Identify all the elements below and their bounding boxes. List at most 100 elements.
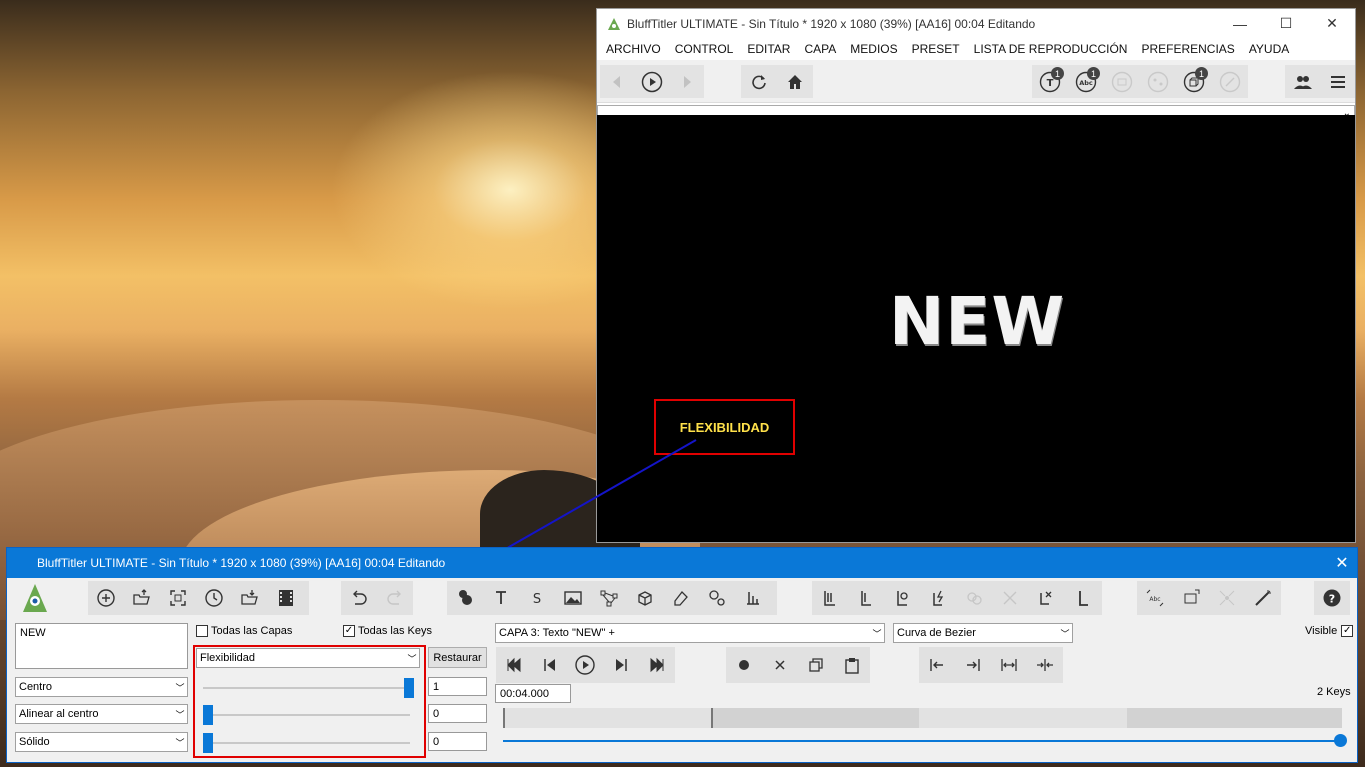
users-button[interactable] — [1285, 65, 1320, 98]
open-project-button[interactable] — [124, 581, 160, 615]
clipboard-icon — [845, 658, 859, 674]
todas-keys-checkbox[interactable]: ✓ Todas las Keys — [343, 625, 432, 637]
clock-button[interactable] — [196, 581, 232, 615]
control-title: BluffTitler ULTIMATE - Sin Título * 1920… — [37, 556, 446, 570]
particle-layer-button[interactable] — [1140, 65, 1176, 98]
transport-play-button[interactable] — [568, 648, 604, 682]
next-frame-button[interactable] — [603, 648, 639, 682]
preview-canvas[interactable]: NEW — [597, 115, 1355, 542]
film-button[interactable] — [268, 581, 304, 615]
cube-tool-button[interactable] — [627, 581, 663, 615]
text-layer-count: 1 — [1051, 67, 1064, 80]
curve-select-value: Curva de Bezier — [897, 627, 976, 639]
slider-2-value[interactable]: 0 — [428, 704, 487, 723]
menu-preset[interactable]: PRESET — [905, 42, 967, 56]
frame-button[interactable] — [160, 581, 196, 615]
timeline-scrubber[interactable] — [503, 734, 1347, 747]
particles-tool-button[interactable] — [699, 581, 735, 615]
slider-3-value[interactable]: 0 — [428, 732, 487, 751]
import-button[interactable] — [232, 581, 268, 615]
key-tool-1[interactable] — [812, 581, 848, 615]
stretch-keys-button[interactable] — [991, 648, 1027, 682]
preview-toolbar: T1 Abc 1 1 — [597, 60, 1355, 103]
delete-key-button[interactable] — [762, 648, 798, 682]
curve-select[interactable]: Curva de Bezier ﹀ — [893, 623, 1073, 643]
copy-key-button[interactable] — [798, 648, 834, 682]
color-layer-button[interactable] — [447, 581, 483, 615]
wand-button[interactable] — [1245, 581, 1281, 615]
layer-select[interactable]: CAPA 3: Texto "NEW" + ﹀ — [495, 623, 885, 643]
play-button[interactable] — [635, 65, 670, 98]
image-tool-button[interactable] — [555, 581, 591, 615]
image-layer-button[interactable] — [1104, 65, 1140, 98]
todas-capas-checkbox[interactable]: Todas las Capas — [196, 625, 292, 637]
slider-1-value[interactable]: 1 — [428, 677, 487, 696]
shape-tool-button[interactable] — [591, 581, 627, 615]
back-button[interactable] — [600, 65, 635, 98]
minimize-button[interactable]: — — [1217, 9, 1263, 38]
menu-lista-reproduccion[interactable]: LISTA DE REPRODUCCIÓN — [967, 42, 1135, 56]
help-button[interactable]: ? — [1314, 581, 1350, 615]
forward-button[interactable] — [669, 65, 704, 98]
add-key-button[interactable] — [726, 648, 762, 682]
blob-icon — [459, 590, 472, 605]
paste-key-button[interactable] — [834, 648, 870, 682]
key-bracket-icon — [861, 591, 871, 606]
next-key-button[interactable] — [955, 648, 991, 682]
disabled-layer-button[interactable] — [1212, 65, 1248, 98]
maximize-button[interactable]: ☐ — [1263, 9, 1309, 38]
menu-editar[interactable]: EDITAR — [740, 42, 797, 56]
restaurar-button[interactable]: Restaurar — [428, 647, 487, 668]
go-start-button[interactable] — [496, 648, 532, 682]
menu-ayuda[interactable]: AYUDA — [1242, 42, 1296, 56]
key-loop-icon — [897, 591, 908, 606]
justify-select[interactable]: Alinear al centro ﹀ — [15, 704, 188, 724]
cube-layer-button[interactable]: 1 — [1176, 65, 1212, 98]
new-project-button[interactable] — [88, 581, 124, 615]
control-close-button[interactable]: ✕ — [1327, 553, 1357, 573]
menu-archivo[interactable]: ARCHIVO — [599, 42, 668, 56]
timeline-key-marker[interactable] — [711, 708, 713, 728]
s-tool-button[interactable]: S — [519, 581, 555, 615]
prev-frame-button[interactable] — [532, 648, 568, 682]
first-key-button[interactable] — [919, 648, 955, 682]
key-tool-2[interactable] — [848, 581, 884, 615]
text-tool-button[interactable] — [483, 581, 519, 615]
key-tool-3[interactable] — [884, 581, 920, 615]
hamburger-menu-button[interactable] — [1320, 65, 1355, 98]
text-layer-button[interactable]: T1 — [1032, 65, 1068, 98]
text-input[interactable]: NEW — [15, 623, 188, 669]
menu-medios[interactable]: MEDIOS — [843, 42, 904, 56]
fit-nodes-button[interactable] — [1209, 581, 1245, 615]
image-layer-icon — [1111, 71, 1133, 92]
key-tool-7[interactable] — [1028, 581, 1064, 615]
timeline-track[interactable] — [503, 708, 1342, 728]
key-tool-6[interactable] — [992, 581, 1028, 615]
close-button[interactable]: ✕ — [1309, 9, 1355, 38]
key-tool-8[interactable] — [1064, 581, 1100, 615]
shrink-keys-button[interactable] — [1027, 648, 1063, 682]
home-button[interactable] — [777, 65, 813, 98]
timeline-knob[interactable] — [1334, 734, 1347, 747]
fit-image-button[interactable] — [1173, 581, 1209, 615]
redo-button[interactable] — [377, 581, 413, 615]
canvas-text-new: NEW — [889, 283, 1066, 360]
align-select[interactable]: Centro ﹀ — [15, 677, 188, 697]
control-window: BluffTitler ULTIMATE - Sin Título * 1920… — [6, 547, 1358, 763]
eraser-tool-button[interactable] — [663, 581, 699, 615]
style-select[interactable]: Sólido ﹀ — [15, 732, 188, 752]
abc-layer-button[interactable]: Abc 1 — [1068, 65, 1104, 98]
visible-checkbox[interactable]: Visible ✓ — [1305, 625, 1356, 637]
app-logo-icon — [608, 17, 620, 30]
time-input[interactable]: 00:04.000 — [495, 684, 571, 703]
menu-control[interactable]: CONTROL — [668, 42, 741, 56]
fit-text-button[interactable]: Abc — [1137, 581, 1173, 615]
key-tool-4[interactable] — [920, 581, 956, 615]
refresh-button[interactable] — [741, 65, 777, 98]
go-end-button[interactable] — [639, 648, 675, 682]
plugin-tool-button[interactable] — [735, 581, 771, 615]
undo-button[interactable] — [341, 581, 377, 615]
key-tool-5[interactable] — [956, 581, 992, 615]
menu-capa[interactable]: CAPA — [797, 42, 843, 56]
menu-preferencias[interactable]: PREFERENCIAS — [1134, 42, 1241, 56]
